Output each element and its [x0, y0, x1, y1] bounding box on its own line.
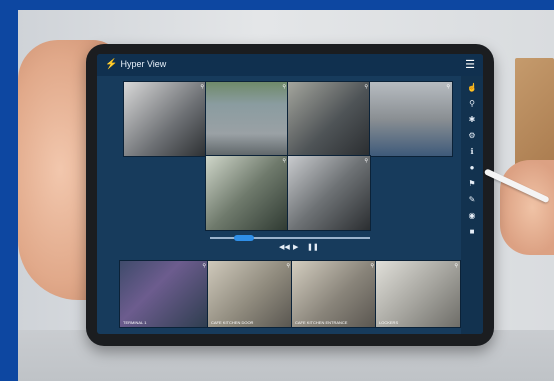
app-title-text: Hyper View — [120, 59, 167, 69]
camera-tile[interactable]: ⚲ — [369, 81, 453, 157]
gear-icon[interactable]: ⚙ — [466, 130, 478, 142]
camera-label: CAFE KITCHEN DOOR — [211, 320, 254, 325]
search-icon: ⚲ — [446, 84, 450, 90]
playback-progress[interactable] — [234, 235, 254, 241]
search-icon: ⚲ — [282, 84, 286, 90]
hand-pointer-icon[interactable]: ☝ — [466, 82, 478, 94]
previous-icon[interactable]: ◀◀ — [279, 243, 290, 251]
camera-label: TERMINAL 1 — [123, 320, 147, 325]
flag-icon[interactable]: ⚑ — [466, 178, 478, 190]
search-icon: ⚲ — [202, 263, 206, 269]
play-icon[interactable]: ▶ — [293, 243, 298, 251]
search-icon: ⚲ — [200, 84, 204, 90]
camera-tile[interactable]: TERMINAL 1 ⚲ — [119, 260, 209, 328]
search-icon: ⚲ — [364, 158, 368, 164]
camera-tile[interactable]: ⚲ — [205, 81, 289, 157]
info-icon[interactable]: ℹ — [466, 146, 478, 158]
search-icon: ⚲ — [286, 263, 290, 269]
camera-tile[interactable]: ⚲ — [287, 155, 371, 231]
app-title: ⚡ Hyper View — [105, 59, 166, 70]
camera-label: CAFE KITCHEN ENTRANCE — [295, 320, 348, 325]
search-icon: ⚲ — [282, 158, 286, 164]
search-icon: ⚲ — [370, 263, 374, 269]
settings-icon[interactable]: ✱ — [466, 114, 478, 126]
camera-label: LOCKERS — [379, 320, 399, 325]
tool-sidebar: ☝ ⚲ ✱ ⚙ ℹ ● ⚑ ✎ ◉ ■ — [461, 76, 483, 334]
search-icon: ⚲ — [454, 263, 458, 269]
camera-tile[interactable]: ⚲ — [123, 81, 207, 157]
app-titlebar: ⚡ Hyper View ☰ — [97, 54, 483, 76]
search-icon[interactable]: ⚲ — [466, 98, 478, 110]
user-icon[interactable]: ● — [466, 162, 478, 174]
pen-icon[interactable]: ✎ — [466, 194, 478, 206]
lock-icon[interactable]: ■ — [466, 226, 478, 238]
camera-tile[interactable]: LOCKERS ⚲ — [375, 260, 461, 328]
right-hand — [500, 160, 554, 255]
camera-icon[interactable]: ◉ — [466, 210, 478, 222]
tablet-screen: ⚡ Hyper View ☰ ⚲ ⚲ ⚲ ⚲ ⚲ ⚲ ◀◀ ▶ ❚❚ TERMIN… — [97, 54, 483, 334]
page-left-strip — [0, 0, 18, 381]
hamburger-menu-icon[interactable]: ☰ — [465, 58, 475, 71]
page-top-strip — [0, 0, 554, 10]
lightning-bolt-icon: ⚡ — [105, 59, 118, 70]
camera-tile[interactable]: CAFE KITCHEN ENTRANCE ⚲ — [291, 260, 377, 328]
camera-tile[interactable]: ⚲ — [205, 155, 289, 231]
camera-tile[interactable]: CAFE KITCHEN DOOR ⚲ — [207, 260, 293, 328]
pause-icon[interactable]: ❚❚ — [307, 243, 319, 251]
search-icon: ⚲ — [364, 84, 368, 90]
camera-tile[interactable]: ⚲ — [287, 81, 371, 157]
